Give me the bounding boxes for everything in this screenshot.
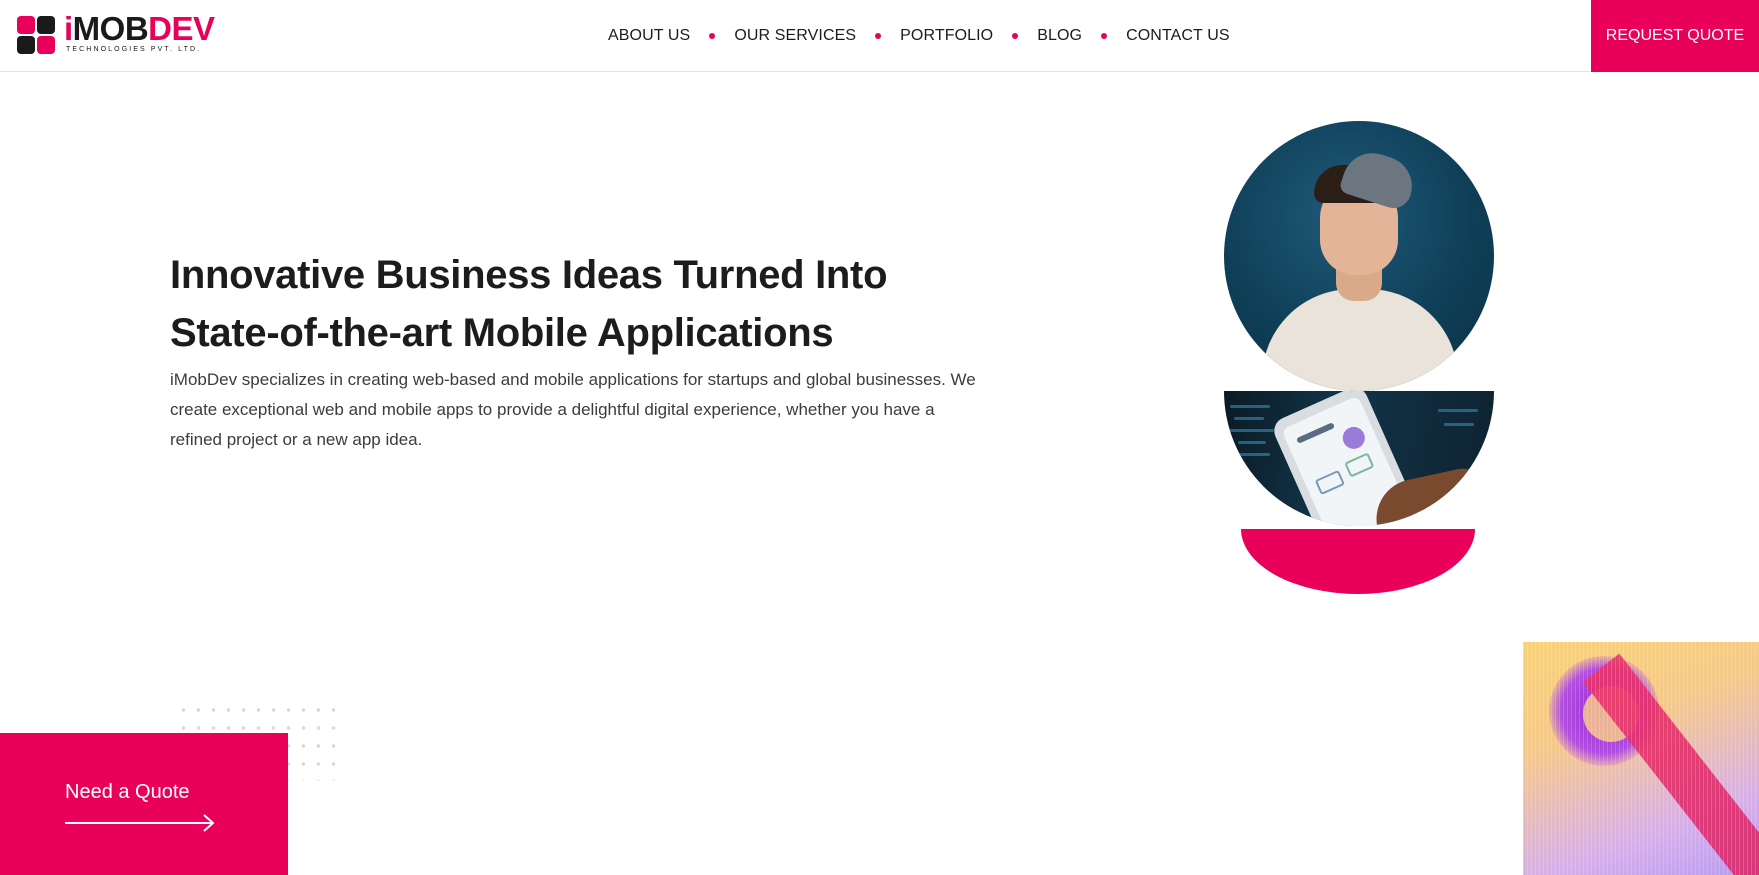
hero-portrait-image xyxy=(1224,121,1494,391)
nav-separator-dot xyxy=(1101,33,1108,39)
site-header: iMOBDEV TECHNOLOGIES PVT. LTD. ABOUT US … xyxy=(0,0,1759,72)
nav-blog[interactable]: BLOG xyxy=(1037,27,1082,45)
logo-mark-icon xyxy=(17,16,55,54)
nav-portfolio[interactable]: PORTFOLIO xyxy=(900,27,993,45)
brand-logo[interactable]: iMOBDEV TECHNOLOGIES PVT. LTD. xyxy=(17,12,215,57)
request-quote-button[interactable]: REQUEST QUOTE xyxy=(1591,0,1759,72)
decorative-gradient-art xyxy=(1523,642,1759,875)
need-quote-card[interactable]: Need a Quote xyxy=(0,733,288,875)
nav-separator-dot xyxy=(1012,33,1019,39)
logo-subtitle: TECHNOLOGIES PVT. LTD. xyxy=(66,46,202,53)
nav-separator-dot xyxy=(875,33,882,39)
arrow-right-icon xyxy=(65,814,215,832)
logo-wordmark: iMOBDEV xyxy=(64,10,215,47)
hero-phone-image xyxy=(1224,391,1494,526)
hero-title-line-2: State-of-the-art Mobile Applications xyxy=(170,311,834,355)
need-quote-label: Need a Quote xyxy=(65,781,190,803)
main-nav: ABOUT US OUR SERVICES PORTFOLIO BLOG CON… xyxy=(608,24,1230,48)
nav-about-us[interactable]: ABOUT US xyxy=(608,27,690,45)
decorative-half-circle xyxy=(1241,529,1475,594)
hero-description: iMobDev specializes in creating web-base… xyxy=(170,370,976,449)
nav-our-services[interactable]: OUR SERVICES xyxy=(734,27,856,45)
nav-contact-us[interactable]: CONTACT US xyxy=(1126,27,1230,45)
hero-title-line-1: Innovative Business Ideas Turned Into xyxy=(170,253,888,297)
nav-separator-dot xyxy=(709,33,716,39)
hero-title: Innovative Business Ideas Turned Into St… xyxy=(170,246,990,362)
